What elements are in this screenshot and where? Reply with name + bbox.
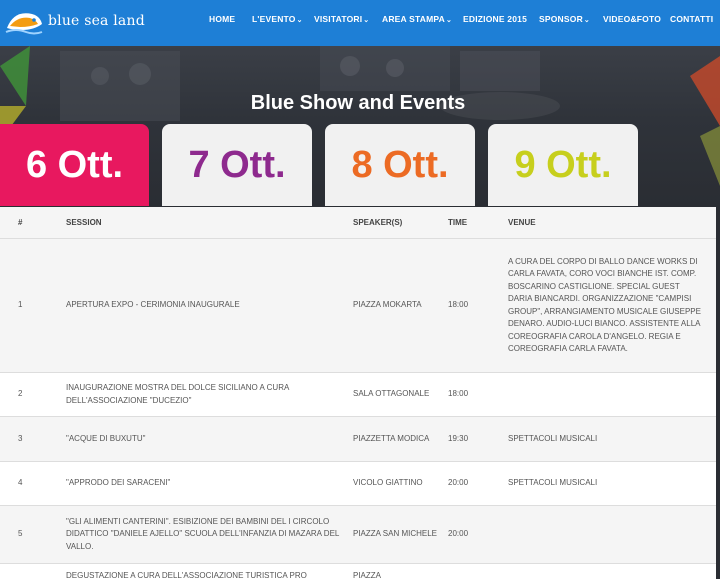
chevron-down-icon: ⌄ (363, 17, 370, 24)
row-session: "APPRODO DEI SARACENI" (66, 461, 353, 506)
col-header-session: SESSION (66, 207, 353, 239)
chevron-down-icon: ⌄ (296, 17, 303, 24)
date-tab-7-ott[interactable]: 7 Ott. (162, 124, 312, 206)
top-navbar: blue sea land HOME L'EVENTO⌄ VISITATORI⌄… (0, 0, 720, 46)
row-venue (508, 505, 716, 564)
nav-home[interactable]: HOME (209, 14, 235, 24)
schedule-table-container[interactable]: # SESSION SPEAKER(S) TIME VENUE 1 APERTU… (0, 207, 716, 579)
nav-video-foto-label: VIDEO&FOTO (603, 14, 662, 24)
nav-edizione-label: EDIZIONE 2015 (463, 14, 528, 24)
table-row: DEGUSTAZIONE A CURA DELL'ASSOCIAZIONE TU… (0, 563, 716, 579)
table-row: 4 "APPRODO DEI SARACENI" VICOLO GIATTINO… (0, 461, 716, 506)
row-venue: A CURA DEL CORPO DI BALLO DANCE WORKS DI… (508, 238, 716, 373)
nav-sponsor[interactable]: SPONSOR⌄ (539, 14, 590, 24)
nav-evento-label: L'EVENTO (252, 14, 296, 24)
row-number: 2 (0, 372, 66, 417)
nav-contatti[interactable]: CONTATTI (670, 14, 713, 24)
row-speaker: PIAZZA MOKARTA (353, 238, 448, 373)
table-row: 2 INAUGURAZIONE MOSTRA DEL DOLCE SICILIA… (0, 372, 716, 417)
chevron-down-icon: ⌄ (445, 17, 453, 24)
date-tab-label: 7 Ott. (188, 143, 286, 186)
section-title: Blue Show and Events (250, 92, 466, 114)
table-header-row: # SESSION SPEAKER(S) TIME VENUE (0, 207, 716, 239)
nav-visitatori[interactable]: VISITATORI⌄ (314, 14, 369, 24)
table-row: 5 "GLI ALIMENTI CANTERINI". ESIBIZIONE D… (0, 505, 716, 564)
row-speaker: PIAZZA (353, 563, 448, 579)
chevron-down-icon: ⌄ (583, 17, 590, 24)
row-time: 19:30 (448, 416, 508, 462)
row-venue (508, 372, 716, 417)
nav-evento[interactable]: L'EVENTO⌄ (252, 14, 303, 24)
date-tab-8-ott[interactable]: 8 Ott. (325, 124, 475, 206)
fish-logo-icon (5, 13, 43, 35)
logo-text: blue sea land (48, 13, 145, 29)
row-session: "ACQUE DI BUXUTU" (66, 416, 353, 462)
row-number: 4 (0, 461, 66, 506)
row-speaker: PIAZZA SAN MICHELE (353, 505, 448, 564)
row-time (448, 563, 508, 579)
table-row: 1 APERTURA EXPO - CERIMONIA INAUGURALE P… (0, 238, 716, 373)
row-number: 3 (0, 416, 66, 462)
col-header-time: TIME (448, 207, 508, 239)
col-header-venue: VENUE (508, 207, 716, 239)
row-session: APERTURA EXPO - CERIMONIA INAUGURALE (66, 238, 353, 373)
date-tab-label: 6 Ott. (25, 143, 124, 186)
nav-visitatori-label: VISITATORI (314, 14, 363, 24)
date-tab-label: 9 Ott. (514, 143, 612, 186)
col-header-speakers: SPEAKER(S) (353, 207, 448, 239)
nav-video-foto[interactable]: VIDEO&FOTO (603, 14, 661, 24)
row-number (0, 563, 66, 579)
row-time: 20:00 (448, 505, 508, 564)
row-venue: SPETTACOLI MUSICALI (508, 416, 716, 462)
row-speaker: PIAZZETTA MODICA (353, 416, 448, 462)
nav-home-label: HOME (209, 14, 236, 24)
nav-sponsor-label: SPONSOR (539, 14, 583, 24)
nav-area-stampa-label: AREA STAMPA (382, 14, 445, 24)
row-session: "GLI ALIMENTI CANTERINI". ESIBIZIONE DEI… (66, 505, 353, 564)
date-tab-6-ott[interactable]: 6 Ott. (0, 124, 149, 206)
row-time: 20:00 (448, 461, 508, 506)
row-session: DEGUSTAZIONE A CURA DELL'ASSOCIAZIONE TU… (66, 563, 353, 579)
nav-edizione-2015[interactable]: EDIZIONE 2015 (463, 14, 527, 24)
schedule-table: # SESSION SPEAKER(S) TIME VENUE 1 APERTU… (0, 207, 716, 579)
row-time: 18:00 (448, 238, 508, 373)
table-row: 3 "ACQUE DI BUXUTU" PIAZZETTA MODICA 19:… (0, 416, 716, 462)
site-logo[interactable]: blue sea land (4, 4, 145, 38)
row-time: 18:00 (448, 372, 508, 417)
date-tab-label: 8 Ott. (351, 143, 449, 186)
nav-contatti-label: CONTATTI (670, 14, 714, 24)
hero-banner: Blue Show and Events 6 Ott. 7 Ott. 8 Ott… (0, 46, 720, 207)
nav-area-stampa[interactable]: AREA STAMPA⌄ (382, 14, 452, 24)
row-number: 1 (0, 238, 66, 373)
row-speaker: VICOLO GIATTINO (353, 461, 448, 506)
date-tab-9-ott[interactable]: 9 Ott. (488, 124, 638, 206)
row-speaker: SALA OTTAGONALE (353, 372, 448, 417)
col-header-number: # (0, 207, 66, 239)
row-number: 5 (0, 505, 66, 564)
page-scrollbar[interactable] (716, 207, 720, 579)
row-venue: SPETTACOLI MUSICALI (508, 461, 716, 506)
row-venue (508, 563, 716, 579)
row-session: INAUGURAZIONE MOSTRA DEL DOLCE SICILIANO… (66, 372, 353, 417)
